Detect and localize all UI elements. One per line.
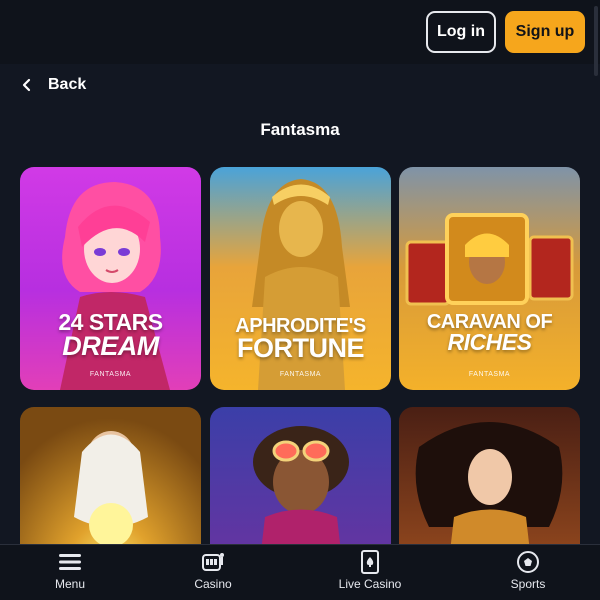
- page-title: Fantasma: [260, 120, 340, 139]
- provider-label: FANTASMA: [279, 371, 322, 378]
- slot-machine-icon: [202, 553, 224, 571]
- game-tile-aphrodites-fortune[interactable]: APHRODITE'S FORTUNE FANTASMA: [210, 167, 391, 390]
- nav-label: Sports: [510, 577, 546, 591]
- bottom-nav: Menu Casino Live Casino Sports: [0, 544, 600, 600]
- game-title: CARAVAN OF RICHES: [426, 311, 553, 355]
- nav-label: Casino: [194, 577, 232, 591]
- login-button[interactable]: Log in: [426, 11, 496, 53]
- app-root: Log in Sign up Back Fantasma 24 STARS DR…: [0, 0, 600, 600]
- back-label: Back: [48, 76, 87, 93]
- nav-item-sports[interactable]: Sports: [468, 549, 588, 599]
- nav-label: Live Casino: [338, 577, 402, 591]
- game-tile-24-stars-dream[interactable]: 24 STARS DREAM FANTASMA: [20, 167, 201, 390]
- playing-card-icon: [361, 550, 379, 574]
- provider-label: FANTASMA: [468, 371, 511, 378]
- soccer-ball-icon: [517, 551, 539, 573]
- scrollbar[interactable]: [594, 6, 598, 76]
- nav-item-menu[interactable]: Menu: [10, 549, 130, 599]
- game-title: 24 STARS DREAM: [58, 309, 163, 361]
- nav-item-live-casino[interactable]: Live Casino: [310, 549, 430, 599]
- nav-label: Menu: [54, 577, 86, 591]
- game-title: APHRODITE'S FORTUNE: [235, 315, 366, 363]
- nav-item-casino[interactable]: Casino: [153, 549, 273, 599]
- hamburger-menu-icon: [59, 554, 81, 570]
- signup-button[interactable]: Sign up: [505, 11, 585, 53]
- back-button[interactable]: Back: [20, 72, 86, 98]
- top-bar: Log in Sign up: [0, 0, 600, 64]
- game-art-image: [399, 167, 580, 390]
- provider-label: FANTASMA: [89, 371, 132, 378]
- game-tile-caravan-of-riches[interactable]: CARAVAN OF RICHES FANTASMA: [399, 167, 580, 390]
- chevron-left-icon: [22, 78, 31, 92]
